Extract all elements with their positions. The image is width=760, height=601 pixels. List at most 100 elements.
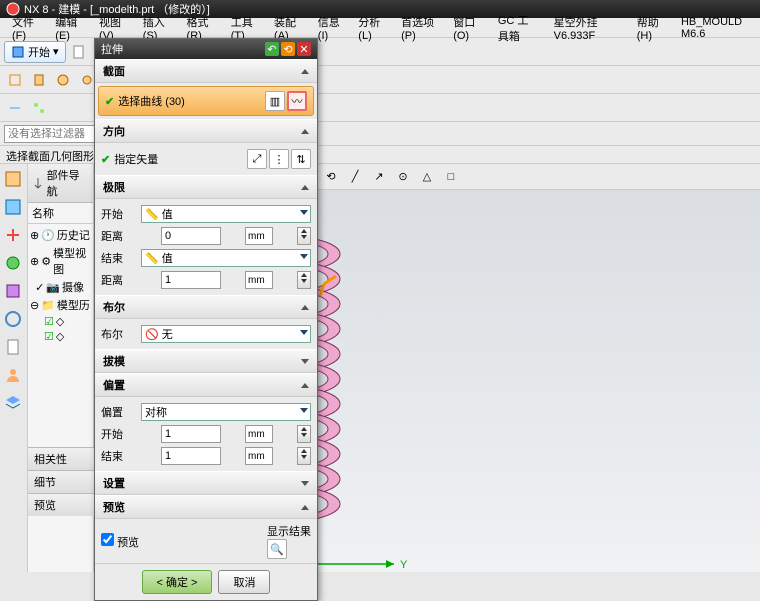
- preview-checkbox-label[interactable]: 预览: [101, 533, 139, 550]
- end-mode-combo[interactable]: 📏 值: [141, 249, 311, 267]
- chevron-down-icon[interactable]: [301, 481, 309, 486]
- tab-details[interactable]: 细节: [28, 470, 94, 493]
- nav-hd3d-icon[interactable]: [2, 280, 24, 302]
- chevron-up-icon[interactable]: [301, 185, 309, 190]
- dialog-title: 拉伸: [101, 41, 123, 57]
- menu-edit[interactable]: 编辑(E): [49, 12, 89, 44]
- ok-button[interactable]: < 确定 >: [142, 570, 213, 594]
- part-navigator: 部件导航 名称 ⊕🕐历史记 ⊕⚙模型视图 ✓📷摄像 ⊖📁模型历 ☑◇ ☑◇ 相关…: [28, 164, 94, 572]
- nav-tree[interactable]: ⊕🕐历史记 ⊕⚙模型视图 ✓📷摄像 ⊖📁模型历 ☑◇ ☑◇: [28, 224, 93, 346]
- unit-label: mm: [245, 271, 273, 289]
- vector-row: ✔指定矢量 ⤢ ⋮ ⇅: [101, 147, 311, 171]
- select-curve-row[interactable]: ✔选择曲线 (30) ▥〰: [98, 86, 314, 116]
- menu-help[interactable]: 帮助(H): [631, 12, 671, 44]
- extrude-dialog: 拉伸 ↶ ⟲ ✕ 截面 ✔选择曲线 (30) ▥〰 方向 ✔指定矢量 ⤢ ⋮ ⇅…: [94, 38, 318, 601]
- tool-extrude[interactable]: [28, 69, 50, 91]
- nav-part-icon[interactable]: [2, 196, 24, 218]
- section-header-offset: 偏置: [95, 373, 317, 397]
- menu-file[interactable]: 文件(F): [6, 12, 45, 44]
- nav-assembly-icon[interactable]: [2, 168, 24, 190]
- tab-preview[interactable]: 预览: [28, 493, 94, 516]
- left-icon-bar: [0, 164, 28, 572]
- chevron-down-icon[interactable]: [301, 359, 309, 364]
- menu-window[interactable]: 窗口(O): [447, 12, 488, 44]
- nav-constraint-icon[interactable]: [2, 224, 24, 246]
- start-button[interactable]: 开始▾: [4, 41, 66, 63]
- vp-tool-6[interactable]: ╱: [344, 166, 366, 188]
- offset-mode-combo[interactable]: 对称: [141, 403, 311, 421]
- nav-reuse-icon[interactable]: [2, 252, 24, 274]
- dialog-footer: < 确定 > 取消: [95, 563, 317, 600]
- start-distance-input[interactable]: [161, 227, 221, 245]
- pin-icon[interactable]: [32, 177, 44, 189]
- chevron-up-icon[interactable]: [301, 69, 309, 74]
- chevron-up-icon[interactable]: [301, 505, 309, 510]
- spinner-icon[interactable]: [297, 271, 311, 289]
- dialog-reset-icon[interactable]: ⟲: [281, 42, 295, 56]
- spinner-icon[interactable]: [297, 227, 311, 245]
- offset-label: 偏置: [101, 404, 137, 420]
- tool-revolve[interactable]: [52, 69, 74, 91]
- chevron-up-icon[interactable]: [301, 129, 309, 134]
- chevron-up-icon[interactable]: [301, 305, 309, 310]
- offset-start-input[interactable]: [161, 425, 221, 443]
- menu-plugin[interactable]: 星空外挂 V6.933F: [548, 12, 627, 44]
- vector-reverse-icon[interactable]: ⇅: [291, 149, 311, 169]
- tab-dependency[interactable]: 相关性: [28, 447, 94, 470]
- dialog-close-icon[interactable]: ✕: [297, 42, 311, 56]
- tree-cameras: ✓📷摄像: [30, 278, 91, 296]
- vp-tool-8[interactable]: ⊙: [392, 166, 414, 188]
- section-header-section: 截面: [95, 59, 317, 83]
- vp-tool-5[interactable]: ⟲: [320, 166, 342, 188]
- menu-analysis[interactable]: 分析(L): [352, 12, 391, 44]
- sketch-section-icon[interactable]: ▥: [265, 91, 285, 111]
- tree-history: ⊕🕐历史记: [30, 226, 91, 244]
- nav-history-icon[interactable]: [2, 336, 24, 358]
- start-dist-label: 距离: [101, 228, 137, 244]
- nav-browser-icon[interactable]: [2, 308, 24, 330]
- spinner-icon[interactable]: [297, 447, 311, 465]
- offset-end-label: 结束: [101, 448, 137, 464]
- section-header-direction: 方向: [95, 119, 317, 143]
- start-mode-combo[interactable]: 📏 值: [141, 205, 311, 223]
- start-icon: [11, 45, 25, 59]
- tool-datum[interactable]: [4, 97, 26, 119]
- svg-text:Y: Y: [400, 559, 408, 571]
- vp-tool-10[interactable]: □: [440, 166, 462, 188]
- nav-column-name: 名称: [28, 203, 93, 224]
- end-dist-label: 距离: [101, 272, 137, 288]
- tool-new[interactable]: [68, 41, 90, 63]
- vp-tool-7[interactable]: ↗: [368, 166, 390, 188]
- menu-prefs[interactable]: 首选项(P): [395, 12, 443, 44]
- menubar: 文件(F) 编辑(E) 视图(V) 插入(S) 格式(R) 工具(T) 装配(A…: [0, 18, 760, 38]
- cancel-button[interactable]: 取消: [218, 570, 270, 594]
- menu-hbmould[interactable]: HB_MOULD M6.6: [675, 14, 754, 42]
- vector-inferred-icon[interactable]: ⤢: [247, 149, 267, 169]
- nav-bottom-tabs: 相关性 细节 预览: [28, 447, 94, 516]
- start-label: 开始: [101, 206, 137, 222]
- vp-tool-9[interactable]: △: [416, 166, 438, 188]
- show-result-button[interactable]: 显示结果 🔍: [267, 523, 311, 559]
- spinner-icon[interactable]: [297, 425, 311, 443]
- unit-label: mm: [245, 227, 273, 245]
- preview-checkbox[interactable]: [101, 533, 114, 546]
- curve-icon[interactable]: 〰: [287, 91, 307, 111]
- dialog-titlebar[interactable]: 拉伸 ↶ ⟲ ✕: [95, 39, 317, 59]
- chevron-up-icon[interactable]: [301, 383, 309, 388]
- tool-pattern[interactable]: [28, 97, 50, 119]
- section-header-boolean: 布尔: [95, 295, 317, 319]
- offset-end-input[interactable]: [161, 447, 221, 465]
- boolean-combo[interactable]: 🚫 无: [141, 325, 311, 343]
- section-header-settings: 设置: [95, 471, 317, 495]
- section-header-limits: 极限: [95, 175, 317, 199]
- dialog-undo-icon[interactable]: ↶: [265, 42, 279, 56]
- menu-gctoolbox[interactable]: GC 工具箱: [492, 10, 544, 46]
- nav-roles-icon[interactable]: [2, 364, 24, 386]
- section-header-draft: 拔模: [95, 349, 317, 373]
- tool-sketch[interactable]: [4, 69, 26, 91]
- tree-model-history: ⊖📁模型历: [30, 296, 91, 314]
- vector-dialog-icon[interactable]: ⋮: [269, 149, 289, 169]
- end-distance-input[interactable]: [161, 271, 221, 289]
- nav-layers-icon[interactable]: [2, 392, 24, 414]
- check-icon: ✔: [101, 154, 110, 166]
